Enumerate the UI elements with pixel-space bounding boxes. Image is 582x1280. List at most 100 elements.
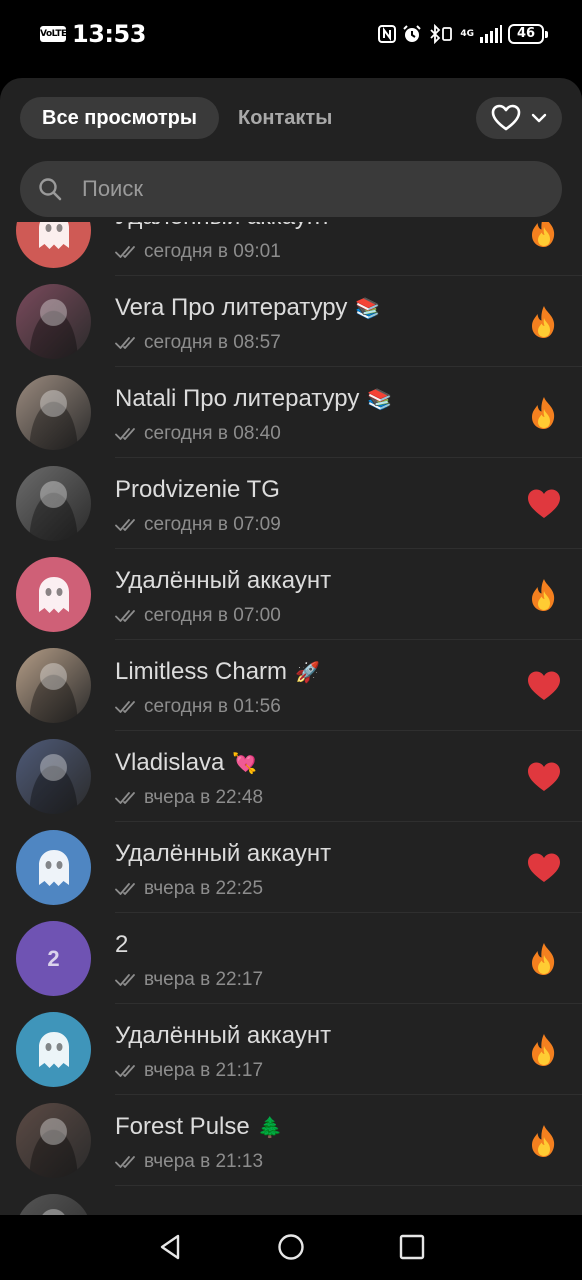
viewer-name-text: Limitless Charm xyxy=(115,658,288,685)
viewer-row[interactable]: Prodvizenie TG сегодня в 07:09 xyxy=(0,458,582,549)
viewer-row[interactable]: Удалённый аккаунт вчера в 21:17 xyxy=(0,1004,582,1095)
avatar-letter: 2 xyxy=(47,945,60,971)
home-circle-icon[interactable] xyxy=(277,1233,305,1261)
viewer-row[interactable]: 2 2 вчера в 22:17 xyxy=(0,913,582,1004)
signal-icon xyxy=(480,25,502,43)
name-emoji: 🌲 xyxy=(257,1115,283,1139)
read-checkmarks-icon xyxy=(115,974,135,986)
avatar[interactable] xyxy=(16,375,91,450)
search-input[interactable] xyxy=(82,161,542,217)
viewer-row[interactable]: Limitless Charm 🚀 сегодня в 01:56 xyxy=(0,640,582,731)
recents-square-icon[interactable] xyxy=(399,1233,425,1261)
seen-time: вчера в 22:25 xyxy=(115,878,263,900)
fire-reaction xyxy=(526,395,562,431)
seen-time: сегодня в 07:09 xyxy=(115,514,281,536)
heart-reaction-icon xyxy=(528,762,560,791)
fire-reaction xyxy=(526,222,562,249)
avatar[interactable] xyxy=(16,739,91,814)
viewer-name-text: 2 xyxy=(115,931,129,958)
ghost-icon xyxy=(38,222,69,249)
viewers-list[interactable]: Удаленный аккаунт сегодня в 09:01 Vera Про… xyxy=(0,222,582,1215)
read-checkmarks-icon xyxy=(115,246,135,258)
read-checkmarks-icon xyxy=(115,610,135,622)
heart-reaction xyxy=(526,486,562,522)
tab-contacts[interactable]: Контакты xyxy=(238,97,332,139)
seen-time-text: вчера в 22:17 xyxy=(144,969,264,990)
back-triangle-icon[interactable] xyxy=(158,1233,182,1261)
seen-time-text: сегодня в 07:09 xyxy=(144,514,281,535)
fire-reaction-icon xyxy=(532,397,555,429)
fire-reaction-icon xyxy=(532,306,555,338)
fire-reaction xyxy=(526,304,562,340)
viewer-name-text: Удалённый аккаунт xyxy=(115,567,332,594)
read-checkmarks-icon xyxy=(115,1065,135,1077)
avatar[interactable]: 2 xyxy=(16,921,91,996)
viewer-row[interactable]: Удалённый аккаунт вчера в 22:25 xyxy=(0,822,582,913)
heart-reaction xyxy=(526,759,562,795)
ghost-icon xyxy=(38,1031,69,1068)
fire-reaction-icon xyxy=(532,1125,555,1157)
avatar[interactable] xyxy=(16,284,91,359)
viewer-row[interactable]: Vera Про литературу 📚 сегодня в 08:57 xyxy=(0,276,582,367)
viewer-name: Удалённый аккаунт xyxy=(115,840,331,868)
name-emoji: 📚 xyxy=(367,387,393,411)
seen-time-text: вчера в 22:48 xyxy=(144,787,264,808)
seen-time: сегодня в 08:40 xyxy=(115,423,281,445)
viewers-sheet: Все просмотры Контакты Удаленный аккаунт… xyxy=(0,78,582,1215)
viewer-name: Forest Pulse 🌲 xyxy=(115,1113,283,1141)
reaction-filter-button[interactable] xyxy=(476,97,562,139)
seen-time: вчера в 21:17 xyxy=(115,1060,263,1082)
seen-time: вчера в 22:17 xyxy=(115,969,263,991)
name-emoji: 📚 xyxy=(355,296,381,320)
viewer-row[interactable]: Удалённый аккаунт сегодня в 07:00 xyxy=(0,549,582,640)
seen-time-text: сегодня в 07:00 xyxy=(144,605,281,626)
avatar[interactable] xyxy=(16,557,91,632)
fire-reaction-icon xyxy=(532,222,555,247)
chevron-down-icon xyxy=(531,113,547,123)
viewer-name: Удалённый аккаунт xyxy=(115,1022,331,1050)
heart-reaction-icon xyxy=(528,671,560,700)
viewer-row[interactable] xyxy=(0,1186,582,1215)
read-checkmarks-icon xyxy=(115,428,135,440)
seen-time-text: вчера в 21:13 xyxy=(144,1151,264,1172)
fire-reaction-icon xyxy=(532,579,555,611)
tab-all-views[interactable]: Все просмотры xyxy=(20,97,219,139)
seen-time-text: вчера в 22:25 xyxy=(144,878,264,899)
viewer-name-text: Удалённый аккаунт xyxy=(115,840,332,867)
viewer-row[interactable]: Удаленный аккаунт сегодня в 09:01 xyxy=(0,222,582,276)
network-type: 4G xyxy=(460,28,474,39)
avatar[interactable] xyxy=(16,1103,91,1178)
read-checkmarks-icon xyxy=(115,701,135,713)
heart-reaction-icon xyxy=(528,489,560,518)
avatar[interactable] xyxy=(16,1012,91,1087)
status-bar: VoLTE 13:53 4G 46 xyxy=(0,0,582,70)
name-emoji: 🚀 xyxy=(295,660,320,684)
name-emoji: 💘 xyxy=(232,751,258,775)
alarm-icon xyxy=(403,25,422,42)
viewer-name: Prodvizenie TG xyxy=(115,476,280,504)
search-bar[interactable] xyxy=(20,161,562,217)
avatar[interactable] xyxy=(16,1194,91,1215)
viewer-name: Vladislava 💘 xyxy=(115,749,257,777)
viewer-row[interactable]: Forest Pulse 🌲 вчера в 21:13 xyxy=(0,1095,582,1186)
read-checkmarks-icon xyxy=(115,519,135,531)
ghost-icon xyxy=(38,576,69,613)
seen-time: сегодня в 07:00 xyxy=(115,605,281,627)
avatar[interactable] xyxy=(16,830,91,905)
avatar[interactable] xyxy=(16,648,91,723)
avatar[interactable] xyxy=(16,222,91,268)
viewer-row[interactable]: Natali Про литературу 📚 сегодня в 08:40 xyxy=(0,367,582,458)
seen-time: вчера в 22:48 xyxy=(115,787,263,809)
fire-reaction xyxy=(526,1032,562,1068)
viewer-row[interactable]: Vladislava 💘 вчера в 22:48 xyxy=(0,731,582,822)
fire-reaction-icon xyxy=(532,1034,555,1066)
bluetooth-vibrate-icon xyxy=(430,24,453,44)
seen-time: сегодня в 01:56 xyxy=(115,696,281,718)
fire-reaction xyxy=(526,941,562,977)
viewer-name: Vera Про литературу 📚 xyxy=(115,294,380,322)
fire-reaction xyxy=(526,1123,562,1159)
read-checkmarks-icon xyxy=(115,792,135,804)
viewer-name: 2 xyxy=(115,931,128,959)
heart-outline-icon xyxy=(491,104,521,131)
avatar[interactable] xyxy=(16,466,91,541)
